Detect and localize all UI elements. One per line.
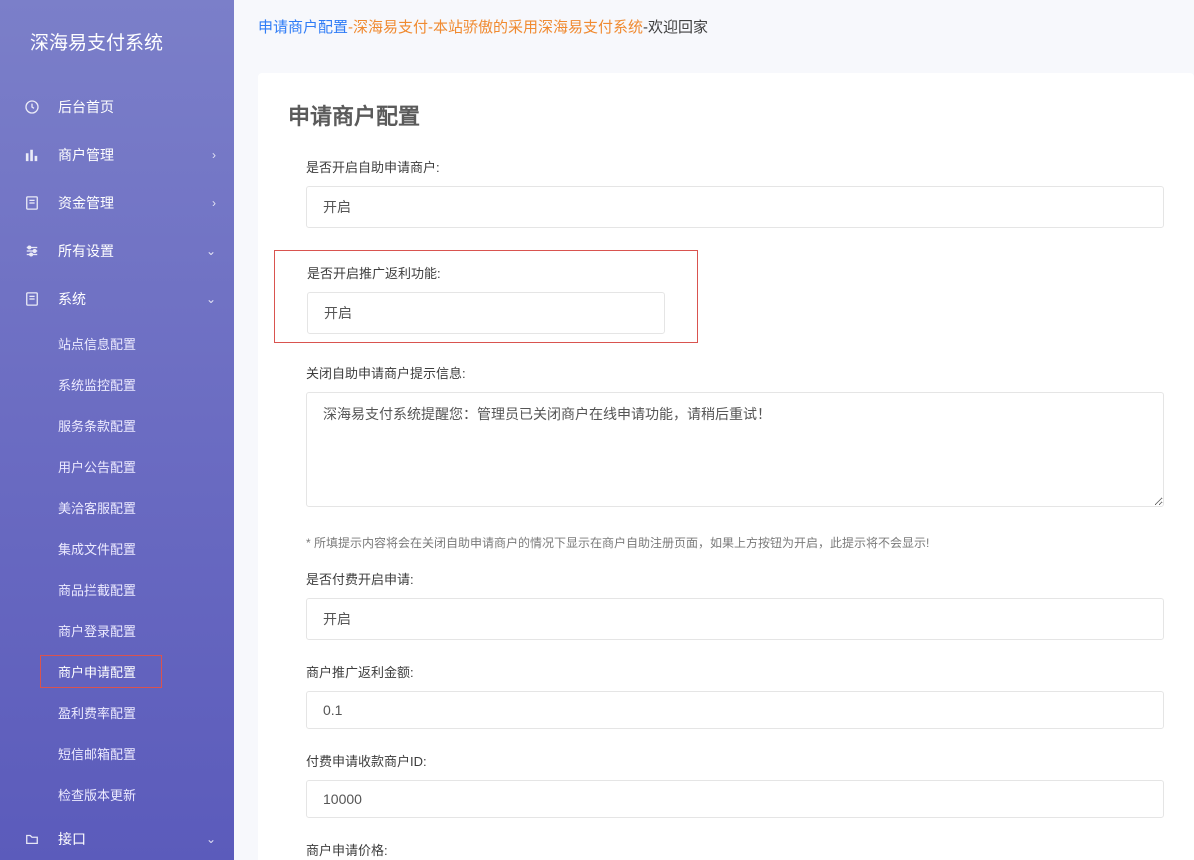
app-title: 深海易支付系统 [0, 0, 234, 83]
nav-fund[interactable]: 资金管理 › [0, 179, 234, 227]
bars-icon [24, 147, 40, 163]
sliders-icon [24, 243, 40, 259]
nav-merchant[interactable]: 商户管理 › [0, 131, 234, 179]
nav-merchant-label: 商户管理 [58, 145, 212, 165]
nav-system[interactable]: 系统 ⌄ [0, 275, 234, 323]
nav-settings-label: 所有设置 [58, 241, 206, 261]
sub-announce[interactable]: 用户公告配置 [0, 446, 234, 487]
breadcrumb-part3: 本站骄傲的采用深海易支付系统 [433, 19, 643, 36]
highlight-promo-rebate: 是否开启推广返利功能: 开启 [274, 250, 698, 343]
breadcrumb-part2: 深海易支付 [353, 19, 428, 36]
select-paid-apply[interactable]: 开启 [306, 598, 1164, 640]
chevron-right-icon: › [212, 196, 216, 210]
folder-icon [24, 831, 40, 847]
main-content: 申请商户配置-深海易支付-本站骄傲的采用深海易支付系统-欢迎回家 申请商户配置 … [234, 0, 1194, 860]
chevron-right-icon: › [212, 148, 216, 162]
label-rebate-amount: 商户推广返利金额: [306, 662, 1164, 681]
select-promo-rebate[interactable]: 开启 [307, 292, 665, 334]
sub-profit[interactable]: 盈利费率配置 [0, 692, 234, 733]
group-close-msg: 关闭自助申请商户提示信息: [288, 363, 1164, 512]
sub-site-info[interactable]: 站点信息配置 [0, 323, 234, 364]
doc-icon [24, 195, 40, 211]
input-rebate-amount[interactable] [306, 691, 1164, 729]
group-paid-apply: 是否付费开启申请: 开启 [288, 569, 1164, 640]
nav-system-label: 系统 [58, 289, 206, 309]
textarea-close-msg[interactable] [306, 392, 1164, 507]
doc2-icon [24, 291, 40, 307]
sub-integrate[interactable]: 集成文件配置 [0, 528, 234, 569]
page-title: 申请商户配置 [288, 99, 1164, 131]
sub-version[interactable]: 检查版本更新 [0, 774, 234, 815]
sub-terms[interactable]: 服务条款配置 [0, 405, 234, 446]
nav-home-label: 后台首页 [58, 97, 216, 117]
group-apply-price: 商户申请价格: [288, 840, 1164, 860]
chevron-down-icon: ⌄ [206, 832, 216, 846]
label-paid-apply: 是否付费开启申请: [306, 569, 1164, 588]
group-self-apply: 是否开启自助申请商户: 开启 [288, 157, 1164, 228]
label-promo-rebate: 是否开启推广返利功能: [307, 263, 683, 282]
input-merchant-id[interactable] [306, 780, 1164, 818]
nav-interface-label: 接口 [58, 829, 206, 849]
group-merchant-id: 付费申请收款商户ID: [288, 751, 1164, 818]
sub-apply[interactable]: 商户申请配置 [0, 651, 234, 692]
nav-fund-label: 资金管理 [58, 193, 212, 213]
breadcrumb-part4: 欢迎回家 [648, 19, 708, 36]
chevron-down-icon: ⌄ [206, 292, 216, 306]
home-icon [24, 99, 40, 115]
nav-home[interactable]: 后台首页 [0, 83, 234, 131]
label-apply-price: 商户申请价格: [306, 840, 1164, 859]
sub-meiqia[interactable]: 美洽客服配置 [0, 487, 234, 528]
label-self-apply: 是否开启自助申请商户: [306, 157, 1164, 176]
group-rebate-amount: 商户推广返利金额: [288, 662, 1164, 729]
breadcrumb: 申请商户配置-深海易支付-本站骄傲的采用深海易支付系统-欢迎回家 [234, 0, 1194, 53]
sub-block[interactable]: 商品拦截配置 [0, 569, 234, 610]
nav-settings[interactable]: 所有设置 ⌄ [0, 227, 234, 275]
sub-login[interactable]: 商户登录配置 [0, 610, 234, 651]
breadcrumb-part1[interactable]: 申请商户配置 [258, 19, 348, 36]
select-self-apply[interactable]: 开启 [306, 186, 1164, 228]
chevron-down-icon: ⌄ [206, 244, 216, 258]
hint-close-msg: * 所填提示内容将会在关闭自助申请商户的情况下显示在商户自助注册页面，如果上方按… [288, 534, 1164, 551]
sidebar: 深海易支付系统 后台首页 商户管理 › 资金管理 › 所有设置 [0, 0, 234, 860]
system-submenu: 站点信息配置 系统监控配置 服务条款配置 用户公告配置 美洽客服配置 集成文件配… [0, 323, 234, 815]
label-merchant-id: 付费申请收款商户ID: [306, 751, 1164, 770]
config-card: 申请商户配置 是否开启自助申请商户: 开启 是否开启推广返利功能: 开启 关闭自… [258, 73, 1194, 860]
nav-interface[interactable]: 接口 ⌄ [0, 815, 234, 860]
sub-monitor[interactable]: 系统监控配置 [0, 364, 234, 405]
sub-sms[interactable]: 短信邮箱配置 [0, 733, 234, 774]
label-close-msg: 关闭自助申请商户提示信息: [306, 363, 1164, 382]
